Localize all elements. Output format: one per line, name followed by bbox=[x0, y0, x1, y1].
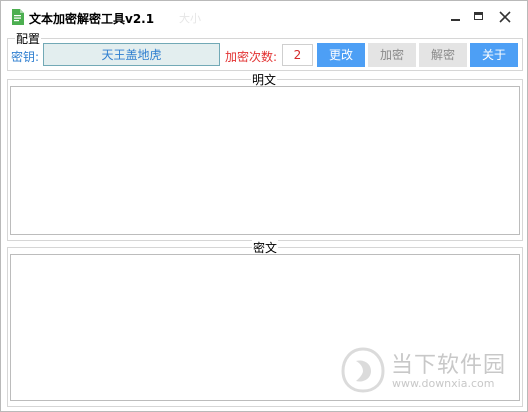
document-icon bbox=[11, 9, 24, 25]
key-input[interactable] bbox=[43, 43, 220, 66]
ghost-text: 大小 bbox=[179, 12, 201, 25]
watermark-logo-icon bbox=[341, 347, 385, 396]
change-button[interactable]: 更改 bbox=[317, 43, 365, 67]
window-title: 文本加密解密工具v2.1 bbox=[29, 12, 155, 26]
config-group-label: 配置 bbox=[15, 30, 42, 47]
minimize-button[interactable] bbox=[443, 6, 467, 28]
encrypt-button[interactable]: 加密 bbox=[368, 43, 416, 67]
close-button[interactable] bbox=[493, 6, 517, 28]
title-bar[interactable]: 文本加密解密工具v2.1 大小 bbox=[1, 1, 527, 31]
minimize-icon bbox=[451, 19, 460, 21]
close-icon bbox=[499, 11, 511, 23]
maximize-button[interactable] bbox=[467, 6, 491, 28]
encrypt-count-label: 加密次数: bbox=[225, 50, 278, 64]
app-window: 文本加密解密工具v2.1 大小 配置 密钥: 加密次数: 2 更改 加密 解密 … bbox=[0, 0, 528, 412]
watermark-url: www.downxia.com bbox=[392, 377, 495, 390]
encrypt-count-input[interactable]: 2 bbox=[282, 44, 313, 66]
plaintext-textarea[interactable] bbox=[10, 86, 520, 235]
maximize-icon bbox=[474, 12, 483, 20]
watermark-title: 当下软件园 bbox=[391, 353, 507, 378]
key-label: 密钥: bbox=[11, 50, 40, 64]
decrypt-button[interactable]: 解密 bbox=[419, 43, 467, 67]
about-button[interactable]: 关于 bbox=[470, 43, 518, 67]
